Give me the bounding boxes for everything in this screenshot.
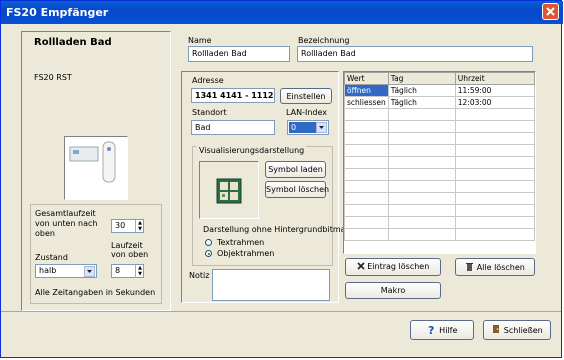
address-label: Adresse: [192, 76, 224, 85]
name-label: Name: [188, 36, 212, 45]
location-label: Standort: [192, 108, 227, 117]
device-image: [64, 136, 128, 200]
column-header-wert[interactable]: Wert: [344, 72, 389, 85]
close-icon: [546, 7, 555, 16]
title-bar[interactable]: FS20 Empfänger: [1, 1, 563, 24]
table-row[interactable]: [344, 132, 536, 145]
cell-wert[interactable]: öffnen: [344, 84, 389, 97]
down-runtime-spinner[interactable]: ▲ ▼: [135, 265, 144, 278]
svg-text:?: ?: [428, 324, 434, 335]
cell-zeit[interactable]: 11:59:00: [454, 84, 536, 97]
help-button[interactable]: ? Hilfe: [410, 320, 474, 340]
close-button[interactable]: Schließen: [483, 320, 551, 340]
trash-icon: [466, 263, 474, 271]
cell-tag[interactable]: Täglich: [387, 96, 456, 109]
textrahmen-label: Textrahmen: [217, 238, 265, 247]
load-symbol-button[interactable]: Symbol laden: [265, 161, 326, 178]
delete-symbol-button[interactable]: Symbol löschen: [265, 181, 329, 198]
door-icon: [493, 325, 500, 333]
close-window-button[interactable]: [542, 3, 559, 20]
table-row[interactable]: [344, 216, 536, 229]
lan-dropdown-button[interactable]: [316, 122, 327, 133]
table-row[interactable]: öffnen Täglich 11:59:00: [344, 84, 536, 97]
device-panel: Rollladen Bad FS20 RST Gesamtlaufzeit vo…: [21, 31, 171, 311]
total-runtime-label: Gesamtlaufzeit von unten nach oben: [35, 209, 98, 238]
schedule-grid: Wert Tag Uhrzeit öffnen Täglich 11:59:00…: [344, 72, 536, 241]
device-icon: [69, 141, 116, 183]
table-row[interactable]: [344, 192, 536, 205]
window-title: FS20 Empfänger: [6, 6, 109, 19]
dialog-window: FS20 Empfänger Rollladen Bad FS20 RST Ge…: [0, 0, 563, 358]
footer-divider: [1, 311, 561, 312]
objektrahmen-radio[interactable]: [205, 250, 212, 257]
description-label: Bezeichnung: [298, 36, 350, 45]
table-row[interactable]: [344, 120, 536, 133]
notes-input[interactable]: [212, 269, 330, 301]
notes-label: Notiz: [189, 271, 210, 280]
table-row[interactable]: [344, 180, 536, 193]
address-input[interactable]: 1341 4141 - 1112: [191, 88, 275, 103]
help-icon: ?: [428, 324, 434, 337]
table-row[interactable]: [344, 108, 536, 121]
name-input[interactable]: Rollladen Bad: [188, 46, 290, 62]
einstellen-button[interactable]: Einstellen: [280, 88, 332, 104]
state-label: Zustand: [35, 253, 68, 262]
visualization-label: Visualisierungsdarstellung: [197, 146, 307, 155]
device-model: FS20 RST: [34, 73, 72, 82]
chevron-down-icon: [319, 126, 324, 129]
location-input[interactable]: Bad: [191, 120, 275, 135]
table-row[interactable]: [344, 204, 536, 217]
lan-index-label: LAN-Index: [286, 108, 328, 117]
column-header-uhrzeit[interactable]: Uhrzeit: [454, 72, 536, 85]
state-dropdown-button[interactable]: [84, 266, 95, 277]
textrahmen-radio[interactable]: [205, 239, 212, 246]
column-header-tag[interactable]: Tag: [387, 72, 456, 85]
macro-button[interactable]: Makro: [345, 282, 441, 299]
symbol-preview: [199, 161, 259, 219]
cell-wert[interactable]: schliessen: [344, 96, 389, 109]
table-row[interactable]: [344, 156, 536, 169]
visualization-group: Visualisierungsdarstellung Symbol laden …: [192, 146, 351, 266]
runtime-group: Gesamtlaufzeit von unten nach oben 30 ▲ ▼…: [30, 204, 162, 304]
time-units-note: Alle Zeitangaben in Sekunden: [35, 288, 156, 297]
cell-tag[interactable]: Täglich: [387, 84, 456, 97]
chevron-down-icon: [87, 270, 92, 273]
cell-zeit[interactable]: 12:03:00: [454, 96, 536, 109]
table-row[interactable]: [344, 144, 536, 157]
background-label: Darstellung ohne Hintergrundbitmap: [203, 225, 351, 234]
window-icon: [216, 178, 242, 204]
total-runtime-spinner[interactable]: ▲ ▼: [135, 220, 144, 233]
description-input[interactable]: Rollladen Bad: [297, 46, 533, 62]
x-icon: [357, 262, 365, 270]
delete-all-button[interactable]: Alle löschen: [455, 258, 535, 276]
table-row[interactable]: schliessen Täglich 12:03:00: [344, 96, 536, 109]
table-row[interactable]: [344, 168, 536, 181]
delete-entry-button[interactable]: Eintrag löschen: [345, 258, 441, 276]
table-row[interactable]: [344, 228, 536, 241]
schedule-table: Wert Tag Uhrzeit öffnen Täglich 11:59:00…: [343, 71, 536, 254]
down-runtime-label: Laufzeit von oben: [111, 241, 149, 259]
objektrahmen-label: Objektrahmen: [217, 249, 275, 258]
device-heading: Rollladen Bad: [34, 37, 112, 48]
